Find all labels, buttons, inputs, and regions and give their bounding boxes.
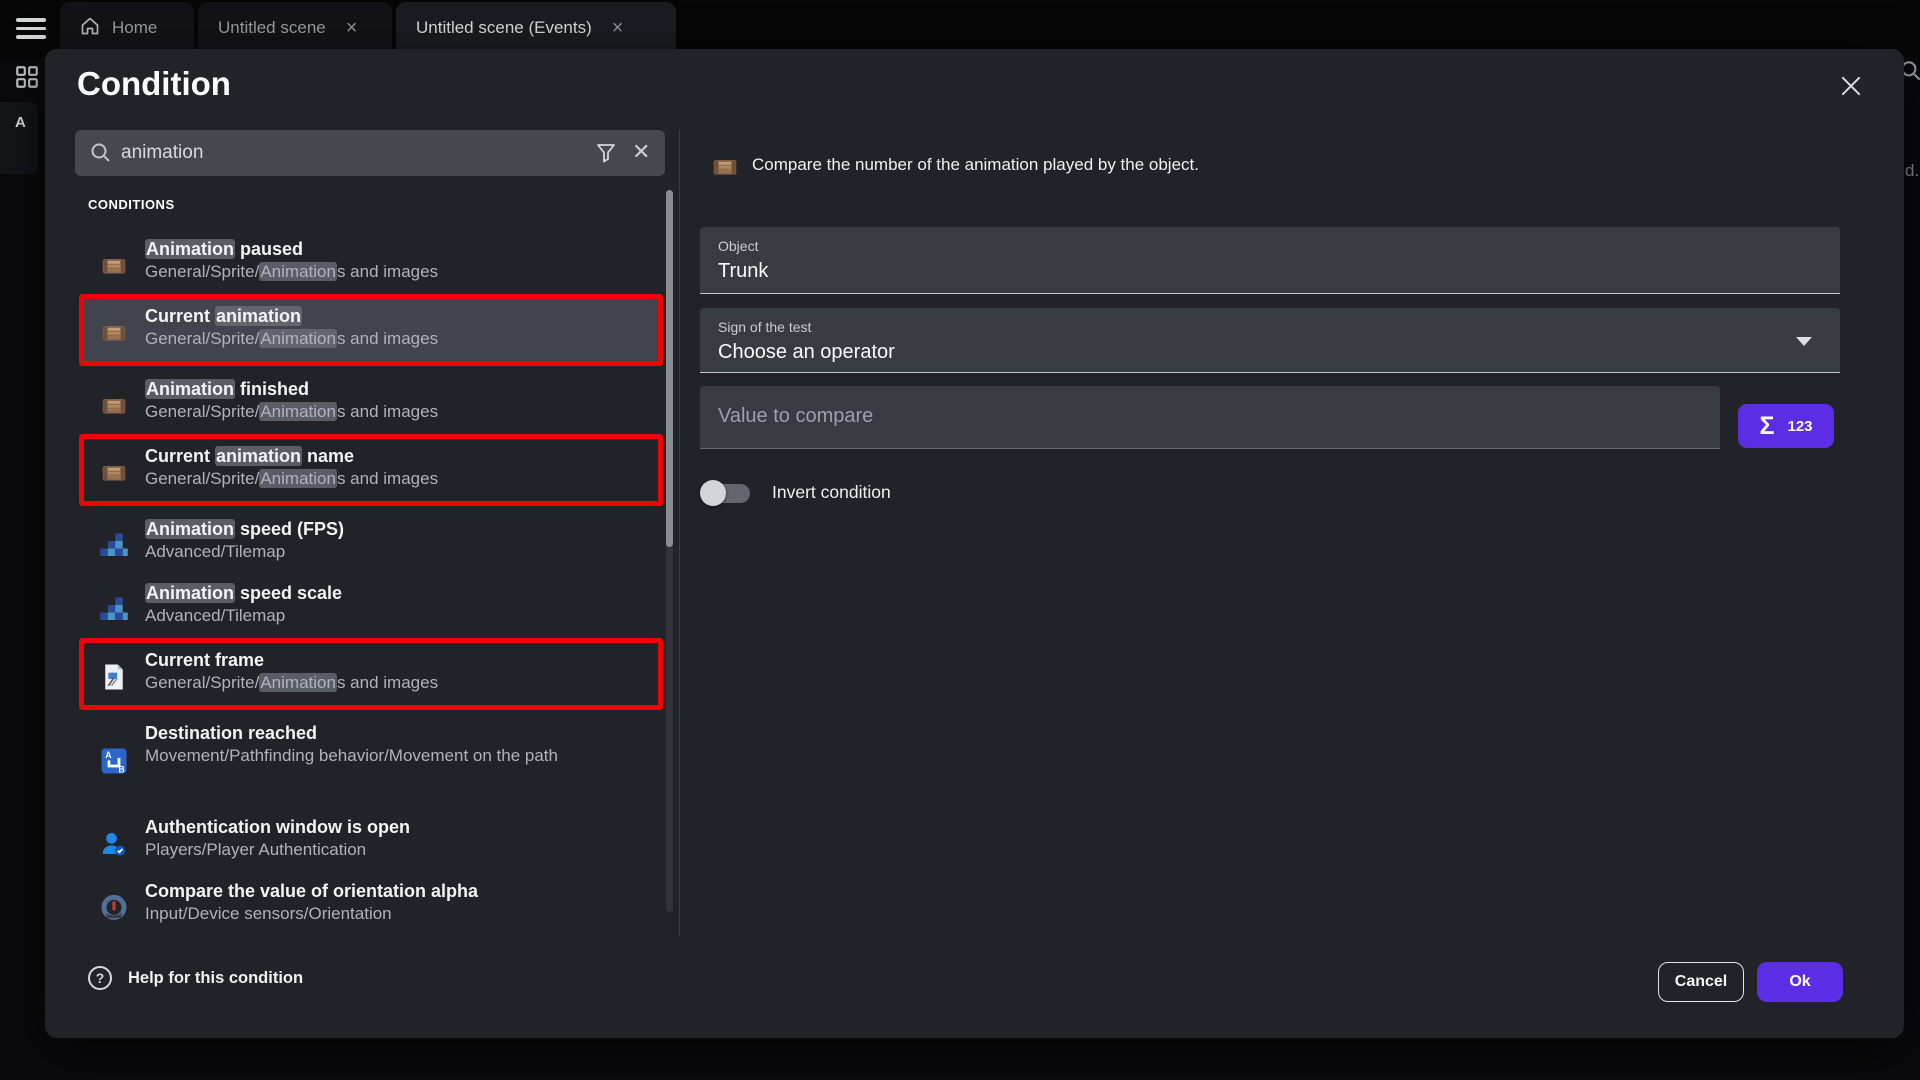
condition-path: General/Sprite/Animations and images <box>145 672 652 694</box>
ok-button[interactable]: Ok <box>1757 962 1843 1002</box>
truncated-background-text: d... <box>1905 161 1920 181</box>
condition-title: Authentication window is open <box>145 816 657 839</box>
operator-field-label: Sign of the test <box>718 319 811 335</box>
condition-title: Current animation name <box>145 445 652 468</box>
condition-title: Current frame <box>145 649 652 672</box>
expression-editor-button[interactable]: Σ 123 <box>1738 404 1834 448</box>
sprite-animation-icon <box>99 391 129 421</box>
invert-condition-row: Invert condition <box>700 476 891 508</box>
condition-list-item-annotated[interactable]: Current frameGeneral/Sprite/Animations a… <box>79 638 663 710</box>
object-field-label: Object <box>718 238 758 254</box>
conditions-list: Animation pausedGeneral/Sprite/Animation… <box>79 230 663 926</box>
chevron-down-icon <box>1796 337 1812 346</box>
panel-divider <box>679 130 680 936</box>
condition-title: Current animation <box>145 305 652 328</box>
condition-path: General/Sprite/Animations and images <box>145 261 657 283</box>
hamburger-menu-icon[interactable] <box>16 18 46 40</box>
background-panel-letter: A <box>15 114 26 131</box>
condition-list-item[interactable]: AB Destination reachedMovement/Pathfindin… <box>79 714 663 804</box>
search-input[interactable] <box>121 130 581 176</box>
list-scrollbar-track <box>666 190 673 912</box>
tab-label: Untitled scene (Events) <box>416 18 592 38</box>
help-label: Help for this condition <box>128 969 303 988</box>
condition-title: Destination reached <box>145 722 597 745</box>
value-field-placeholder: Value to compare <box>718 405 873 428</box>
condition-path: Players/Player Authentication <box>145 839 657 861</box>
list-scrollbar-thumb[interactable] <box>666 190 673 547</box>
condition-path: Movement/Pathfinding behavior/Movement o… <box>145 745 597 767</box>
condition-list-item[interactable]: Authentication window is openPlayers/Pla… <box>79 808 663 868</box>
tab-untitled-scene[interactable]: Untitled scene × <box>198 2 392 54</box>
condition-path: Advanced/Tilemap <box>145 605 657 627</box>
operator-field-value: Choose an operator <box>718 341 895 364</box>
tilemap-icon <box>99 531 129 561</box>
condition-list-item[interactable]: Animation speed (FPS)Advanced/Tilemap <box>79 510 663 570</box>
sprite-animation-icon <box>99 318 129 348</box>
clear-search-icon[interactable]: ✕ <box>632 138 650 167</box>
object-field-value: Trunk <box>718 260 768 283</box>
close-dialog-icon[interactable] <box>1834 69 1868 103</box>
object-field[interactable]: Object Trunk <box>700 227 1840 294</box>
tab-home[interactable]: Home <box>60 2 194 54</box>
condition-title: Animation paused <box>145 238 657 261</box>
value-to-compare-input[interactable]: Value to compare <box>700 386 1720 449</box>
orientation-icon <box>99 893 129 923</box>
condition-title: Animation speed scale <box>145 582 657 605</box>
tab-label: Home <box>112 18 157 38</box>
condition-path: Input/Device sensors/Orientation <box>145 903 657 925</box>
condition-list-item[interactable]: Animation pausedGeneral/Sprite/Animation… <box>79 230 663 290</box>
condition-list-item[interactable]: Compare the value of orientation alphaIn… <box>79 872 663 926</box>
condition-list-item-annotated[interactable]: Current animationGeneral/Sprite/Animatio… <box>79 294 663 366</box>
help-link[interactable]: ? Help for this condition <box>88 966 303 990</box>
condition-title: Animation finished <box>145 378 657 401</box>
condition-path: General/Sprite/Animations and images <box>145 468 652 490</box>
filter-icon[interactable] <box>594 140 618 171</box>
condition-title: Animation speed (FPS) <box>145 518 657 541</box>
svg-text:B: B <box>118 764 124 774</box>
condition-path: Advanced/Tilemap <box>145 541 657 563</box>
condition-dialog: Condition ✕ CONDITIONS Animation pausedG… <box>45 49 1904 1038</box>
tab-label: Untitled scene <box>218 18 326 38</box>
list-section-header: CONDITIONS <box>88 197 175 212</box>
condition-title: Compare the value of orientation alpha <box>145 880 657 903</box>
condition-path: General/Sprite/Animations and images <box>145 328 652 350</box>
condition-list-item-annotated[interactable]: Current animation nameGeneral/Sprite/Ani… <box>79 434 663 506</box>
condition-list-item[interactable]: Animation speed scaleAdvanced/Tilemap <box>79 574 663 634</box>
home-icon <box>80 16 100 41</box>
sprite-animation-icon <box>710 152 734 176</box>
sprite-animation-icon <box>99 458 129 488</box>
dialog-title: Condition <box>77 65 231 103</box>
help-icon: ? <box>88 966 112 990</box>
tab-untitled-scene-events[interactable]: Untitled scene (Events) × <box>396 2 676 54</box>
operator-select[interactable]: Sign of the test Choose an operator <box>700 308 1840 373</box>
search-icon <box>89 141 113 170</box>
player-authentication-icon <box>99 829 129 859</box>
sigma-icon: Σ <box>1759 412 1774 441</box>
sprite-animation-icon <box>99 251 129 281</box>
background-panel-fragment <box>0 102 38 174</box>
pathfinding-icon: AB <box>99 746 129 776</box>
condition-path: General/Sprite/Animations and images <box>145 401 657 423</box>
objects-grid-icon[interactable] <box>14 64 40 95</box>
svg-text:A: A <box>105 750 112 760</box>
invert-condition-toggle[interactable] <box>700 477 770 507</box>
invert-condition-label: Invert condition <box>772 482 891 503</box>
condition-search-box: ✕ <box>75 130 665 176</box>
cancel-button[interactable]: Cancel <box>1658 962 1744 1002</box>
numbers-icon: 123 <box>1787 418 1812 435</box>
tilemap-icon <box>99 595 129 625</box>
close-tab-icon[interactable]: × <box>612 18 624 38</box>
condition-description: Compare the number of the animation play… <box>752 155 1199 175</box>
condition-list-item[interactable]: Animation finishedGeneral/Sprite/Animati… <box>79 370 663 430</box>
close-tab-icon[interactable]: × <box>346 18 358 38</box>
current-frame-icon <box>99 662 129 692</box>
